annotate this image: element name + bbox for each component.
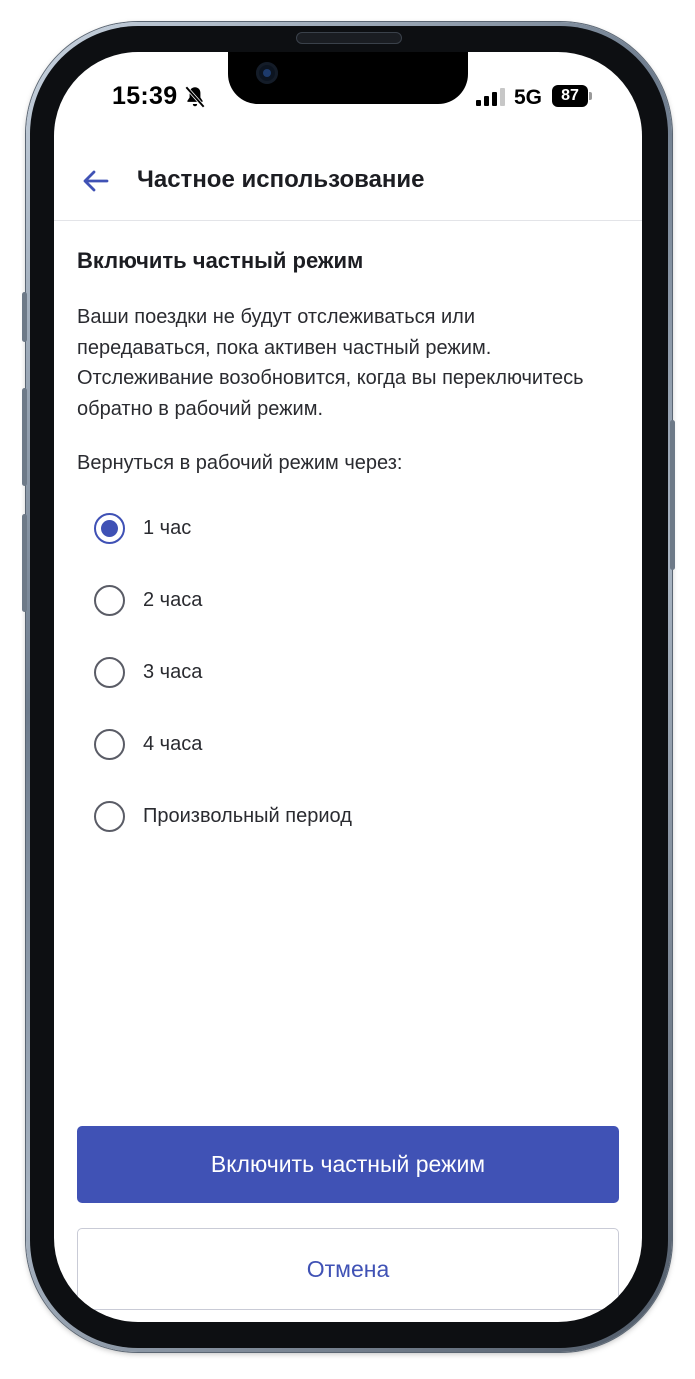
volume-up-button [22,388,27,486]
battery-tip [589,92,592,100]
radio-option-1-hour[interactable]: 1 час [94,508,574,548]
description-text: Ваши поездки не будут отслеживаться или … [77,306,584,420]
radio-label: Произвольный период [143,804,352,827]
radio-option-4-hours[interactable]: 4 часа [94,724,574,764]
radio-button[interactable] [94,584,125,616]
front-camera-icon [256,62,278,84]
bell-slash-icon [185,86,205,108]
radio-button[interactable] [94,656,125,688]
header-divider [54,220,642,221]
volume-down-button [22,514,27,612]
page-title: Частное использование [137,166,425,193]
battery-indicator: 87 [552,85,588,107]
cellular-signal-icon [476,88,505,106]
radio-option-2-hours[interactable]: 2 часа [94,580,574,620]
radio-label: 3 часа [143,660,203,683]
phone-screen: 15:39 5G 87 Частное использование Включи… [54,52,642,1322]
cancel-button[interactable]: Отмена [77,1228,619,1310]
earpiece-speaker [296,32,402,44]
enable-private-mode-button[interactable]: Включить частный режим [77,1126,619,1203]
status-time: 15:39 [112,82,178,110]
radio-option-3-hours[interactable]: 3 часа [94,652,574,692]
radio-option-custom-period[interactable]: Произвольный период [94,796,574,836]
radio-button-selected[interactable] [94,512,125,544]
network-type: 5G [514,86,543,109]
action-button [22,292,27,342]
power-button [670,420,675,570]
radio-label: 1 час [143,516,192,539]
radio-button[interactable] [94,800,125,832]
radio-selected-dot [101,519,118,537]
arrow-left-icon[interactable] [80,166,110,196]
radio-label: 2 часа [143,588,203,611]
device-stage: 15:39 5G 87 Частное использование Включи… [0,0,695,1379]
dynamic-island [228,52,468,104]
section-title: Включить частный режим [77,248,364,273]
return-label: Вернуться в рабочий режим через: [77,452,403,474]
radio-button[interactable] [94,728,125,760]
radio-label: 4 часа [143,732,203,755]
